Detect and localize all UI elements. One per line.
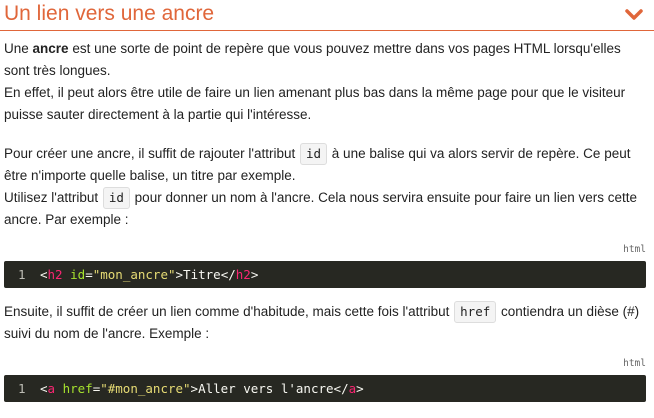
text: est une sorte de point de repère que vou… [4, 41, 621, 78]
paragraph-ancre-definition: Une ancre est une sorte de point de repè… [4, 38, 644, 126]
bold-term: ancre [32, 41, 69, 56]
text: Une [4, 41, 33, 56]
code-line: <h2 id="mon_ancre">Titre</h2> [40, 267, 259, 282]
paragraph-id-attribute: Pour créer une ancre, il suffit de rajou… [4, 143, 644, 231]
paragraph-href-attribute: Ensuite, il suffit de créer un lien comm… [4, 301, 644, 345]
inline-code-href: href [454, 301, 497, 323]
code-language-label: html [623, 244, 646, 255]
code-language-label: html [623, 358, 646, 369]
section-title: Un lien vers une ancre [4, 2, 215, 25]
text: Ensuite, il suffit de créer un lien comm… [4, 304, 454, 319]
code-block-anchor: 1 <h2 id="mon_ancre">Titre</h2> [4, 261, 646, 288]
text: En effet, il peut alors être utile de fa… [4, 85, 626, 122]
code-line: <a href="#mon_ancre">Aller vers l'ancre<… [40, 381, 364, 396]
line-number: 1 [18, 381, 26, 396]
section-header: Un lien vers une ancre [0, 0, 654, 31]
inline-code-id: id [299, 143, 328, 165]
chevron-down-icon[interactable] [623, 6, 645, 24]
text: Utilisez l'attribut [4, 190, 102, 205]
line-number: 1 [18, 267, 26, 282]
text: Pour créer une ancre, il suffit de rajou… [4, 146, 299, 161]
inline-code-id: id [102, 187, 130, 209]
code-block-link: 1 <a href="#mon_ancre">Aller vers l'ancr… [4, 375, 646, 402]
